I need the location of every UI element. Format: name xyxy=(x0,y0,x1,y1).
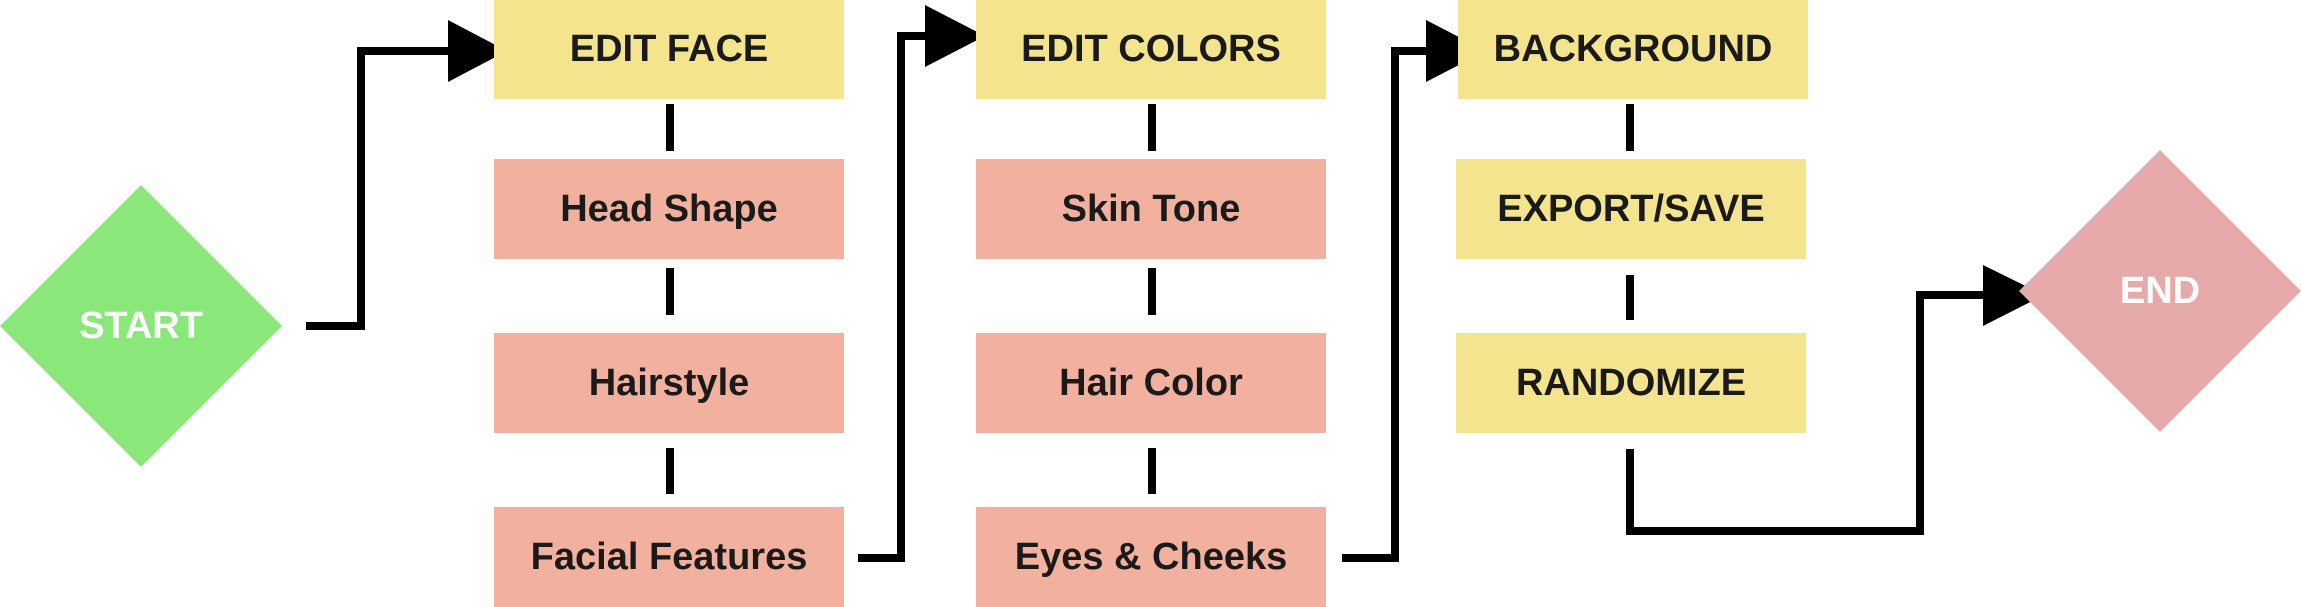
background-step: BACKGROUND xyxy=(1458,0,1808,99)
connector-start-to-edit-face xyxy=(306,47,450,330)
hairstyle-step: Hairstyle xyxy=(494,333,844,433)
export-save-step: EXPORT/SAVE xyxy=(1456,159,1806,259)
hair-color-step: Hair Color xyxy=(976,333,1326,433)
end-label: END xyxy=(2119,269,2201,312)
connector-facial-features-to-edit-colors xyxy=(858,32,927,562)
skin-tone-step: Skin Tone xyxy=(976,159,1326,259)
eyes-cheeks-step: Eyes & Cheeks xyxy=(976,507,1326,607)
start-node: START xyxy=(0,185,282,467)
randomize-step: RANDOMIZE xyxy=(1456,333,1806,433)
start-label: START xyxy=(79,304,203,347)
connector-eyes-cheeks-to-background xyxy=(1342,47,1428,562)
end-node: END xyxy=(2019,150,2301,432)
head-shape-step: Head Shape xyxy=(494,159,844,259)
edit-colors-header: EDIT COLORS xyxy=(976,0,1326,99)
facial-features-step: Facial Features xyxy=(494,507,844,607)
edit-face-header: EDIT FACE xyxy=(494,0,844,99)
